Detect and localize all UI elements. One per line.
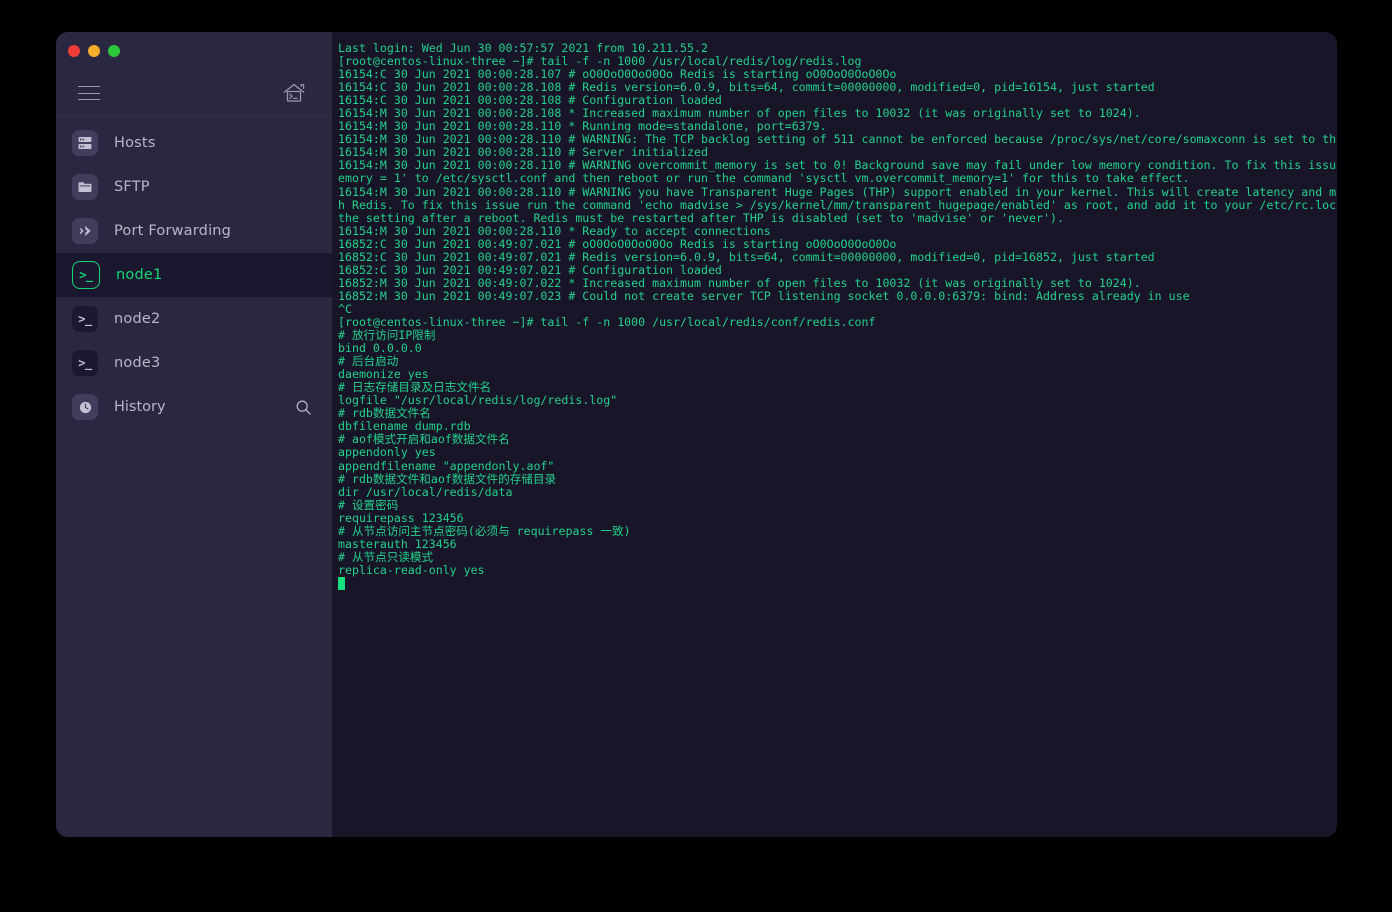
terminal-output: Last login: Wed Jun 30 00:57:57 2021 fro…: [338, 41, 1337, 577]
sidebar-item-node1[interactable]: >_ node1: [56, 253, 332, 297]
close-button[interactable]: [68, 45, 80, 57]
terminal-line: 16154:M 30 Jun 2021 00:00:28.110 * Ready…: [338, 223, 771, 238]
sidebar-item-port-forwarding[interactable]: Port Forwarding: [56, 209, 332, 253]
terminal-line: # 后台启动: [338, 354, 399, 369]
terminal-line: 16852:C 30 Jun 2021 00:49:07.021 # oO0Oo…: [338, 236, 897, 251]
sidebar-item-label: Port Forwarding: [114, 223, 232, 239]
sidebar-item-node2[interactable]: >_ node2: [56, 297, 332, 341]
terminal-line: 16852:C 30 Jun 2021 00:49:07.021 # Confi…: [338, 262, 722, 277]
terminal-line: masterauth 123456: [338, 536, 457, 551]
terminal-line: emory = 1' to /etc/sysctl.conf and then …: [338, 171, 1190, 186]
home-terminal-icon[interactable]: [282, 82, 306, 104]
terminal-line: bind 0.0.0.0: [338, 341, 422, 356]
minimize-button[interactable]: [88, 45, 100, 57]
hamburger-menu-icon[interactable]: [78, 86, 100, 100]
terminal-prompt-icon: >_: [72, 306, 98, 332]
sidebar-toolbar: [56, 70, 332, 117]
terminal-line: 16154:M 30 Jun 2021 00:00:28.110 # WARNI…: [338, 184, 1337, 199]
terminal-line: # 放行访问IP限制: [338, 328, 436, 343]
window-titlebar: [56, 32, 332, 70]
terminal-line: logfile "/usr/local/redis/log/redis.log": [338, 393, 618, 408]
terminal-line: h Redis. To fix this issue run the comma…: [338, 197, 1337, 212]
sidebar-item-label: SFTP: [114, 179, 150, 195]
sidebar-item-hosts[interactable]: Hosts: [56, 121, 332, 165]
sidebar-item-history[interactable]: History: [56, 385, 332, 429]
terminal-line: 16852:M 30 Jun 2021 00:49:07.023 # Could…: [338, 288, 1190, 303]
terminal-line: # aof模式开启和aof数据文件名: [338, 432, 510, 447]
terminal-line: requirepass 123456: [338, 510, 464, 525]
terminal-line: replica-read-only yes: [338, 562, 485, 577]
terminal-line: dir /usr/local/redis/data: [338, 484, 513, 499]
sidebar-item-label: Hosts: [114, 135, 156, 151]
terminal-line: # 从节点只读模式: [338, 549, 434, 564]
maximize-button[interactable]: [108, 45, 120, 57]
terminal-line: appendonly yes: [338, 445, 436, 460]
forward-arrow-icon: [72, 218, 98, 244]
sidebar-item-label: node3: [114, 355, 161, 371]
terminal-line: 16852:C 30 Jun 2021 00:49:07.021 # Redis…: [338, 249, 1155, 264]
terminal-line: the setting after a reboot. Redis must b…: [338, 210, 1064, 225]
sidebar-item-node3[interactable]: >_ node3: [56, 341, 332, 385]
terminal-line: # rdb数据文件和aof数据文件的存储目录: [338, 471, 557, 486]
terminal-line: [root@centos-linux-three ~]# tail -f -n …: [338, 314, 876, 329]
terminal-line: 16852:M 30 Jun 2021 00:49:07.022 * Incre…: [338, 275, 1141, 290]
terminal-cursor-line: [338, 576, 1329, 590]
sidebar-item-sftp[interactable]: SFTP: [56, 165, 332, 209]
sidebar-item-label: node2: [114, 311, 161, 327]
terminal-line: appendfilename "appendonly.aof": [338, 458, 555, 473]
terminal-line: # 从节点访问主节点密码(必须与 requirepass 一致): [338, 523, 631, 538]
clock-icon: [72, 394, 98, 420]
search-icon[interactable]: [295, 399, 312, 416]
sidebar: Hosts SFTP Port Forwarding >_ node1 >_ n…: [56, 32, 332, 837]
server-rack-icon: [72, 130, 98, 156]
sidebar-item-label: History: [114, 399, 166, 415]
app-window: Hosts SFTP Port Forwarding >_ node1 >_ n…: [56, 32, 1337, 837]
sidebar-nav-list: Hosts SFTP Port Forwarding >_ node1 >_ n…: [56, 117, 332, 837]
terminal-line: # 设置密码: [338, 497, 399, 512]
terminal-line: # rdb数据文件名: [338, 406, 431, 421]
folder-icon: [72, 174, 98, 200]
terminal-prompt-icon: >_: [72, 350, 98, 376]
terminal-prompt-icon: >_: [72, 261, 100, 289]
terminal-cursor: [338, 576, 345, 590]
sidebar-item-label: node1: [116, 267, 163, 283]
terminal-pane[interactable]: Last login: Wed Jun 30 00:57:57 2021 fro…: [332, 32, 1337, 837]
